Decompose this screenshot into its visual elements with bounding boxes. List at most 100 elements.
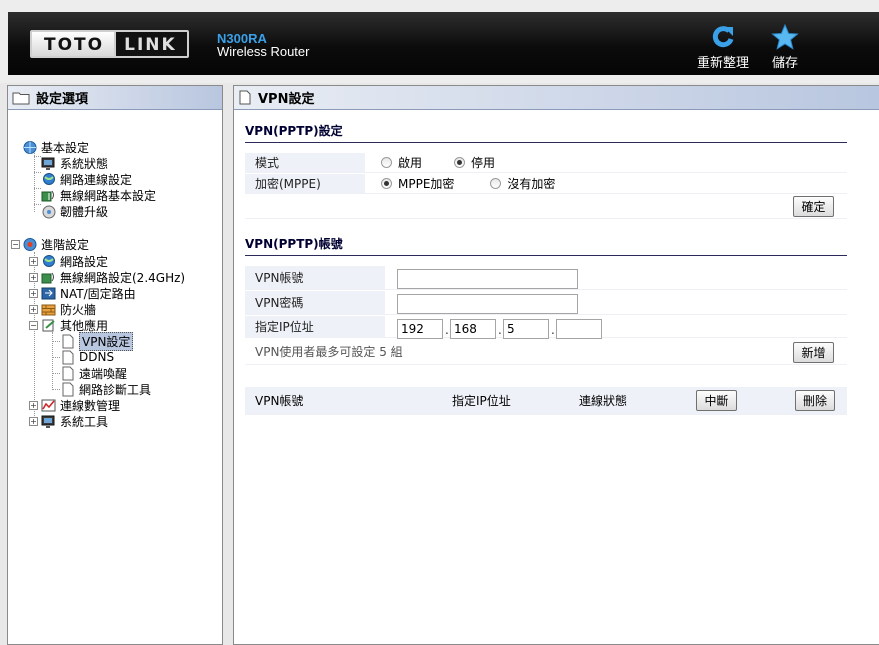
- add-button[interactable]: 新增: [793, 342, 834, 363]
- tree-expand-toggle[interactable]: +: [29, 257, 38, 266]
- mode-enable-label: 啟用: [398, 156, 423, 170]
- sidebar-item-connection-mgmt[interactable]: 連線數管理: [41, 397, 120, 413]
- main-panel: VPN設定 VPN(PPTP)設定 模式 啟用 停用 加密(MPPE) MPPE…: [233, 85, 879, 645]
- page-icon: [239, 90, 251, 105]
- pptp-settings-title: VPN(PPTP)設定: [245, 122, 847, 143]
- monitor-icon: [41, 157, 55, 170]
- model-block: N300RA Wireless Router: [217, 32, 309, 58]
- sidebar-item-label: 連線數管理: [60, 398, 121, 413]
- totolink-logo: TOTO LINK: [30, 30, 189, 58]
- firmware-disc-icon: [42, 205, 56, 218]
- page-icon: [62, 334, 74, 348]
- sidebar-item-label: NAT/固定路由: [60, 286, 136, 301]
- radio-dot: [381, 157, 392, 168]
- sidebar-item-label: 網路診斷工具: [79, 382, 152, 397]
- sidebar-item-firmware-upgrade[interactable]: 韌體升級: [41, 203, 108, 219]
- sidebar-item-firewall[interactable]: 防火牆: [41, 301, 96, 317]
- model-subtitle: Wireless Router: [217, 44, 310, 59]
- tree-group-advanced-label: 進階設定: [41, 237, 90, 252]
- pptp-account-title: VPN(PPTP)帳號: [245, 235, 847, 256]
- note-row: VPN使用者最多可設定 5 組: [245, 339, 847, 365]
- menu-tree: 基本設定 系統狀態 網路連線設定 無線網路基本設定 韌體升級 − 進階設定 +: [8, 110, 222, 429]
- firewall-icon: [41, 304, 56, 315]
- reload-label: 重新整理: [696, 56, 749, 71]
- globe-settings-icon: [23, 140, 37, 154]
- tree-group-advanced[interactable]: 進階設定: [22, 236, 89, 252]
- sidebar-item-label: 防火牆: [60, 302, 97, 317]
- ip-octet-1-input[interactable]: 192: [397, 319, 443, 339]
- header-bar: TOTO LINK N300RA Wireless Router 重新整理 儲存: [8, 12, 879, 75]
- sidebar-item-diagnostics[interactable]: 網路診斷工具: [60, 381, 151, 397]
- sidebar-item-label: DDNS: [79, 350, 115, 364]
- network-globe-icon: [43, 254, 55, 267]
- sidebar-item-wireless-basic[interactable]: 無線網路基本設定: [41, 187, 156, 203]
- page-icon: [62, 366, 74, 380]
- network-globe-icon: [43, 172, 55, 185]
- sidebar-item-label: 系統狀態: [60, 156, 109, 171]
- main-header: VPN設定: [234, 86, 879, 110]
- sidebar-item-vpn-settings[interactable]: VPN設定: [60, 331, 134, 351]
- confirm-row: [245, 195, 847, 219]
- tree-expand-toggle[interactable]: +: [29, 273, 38, 282]
- sidebar-item-label: 系統工具: [60, 414, 109, 429]
- col-ip: 指定IP位址: [452, 394, 511, 408]
- sidebar-item-wireless-settings[interactable]: 無線網路設定(2.4GHz): [41, 269, 185, 285]
- sidebar-item-system-status[interactable]: 系統狀態: [41, 155, 108, 171]
- sidebar-item-ddns[interactable]: DDNS: [60, 349, 114, 365]
- radio-dot: [490, 178, 502, 189]
- tree-collapse-toggle[interactable]: −: [29, 321, 38, 330]
- sidebar-item-label: 網路設定: [60, 254, 109, 269]
- page-icon: [62, 382, 74, 396]
- confirm-button[interactable]: 確定: [793, 196, 834, 217]
- save-label: 儲存: [771, 56, 798, 71]
- tree-expand-toggle[interactable]: +: [29, 289, 38, 298]
- radio-dot-selected: [381, 178, 392, 189]
- ip-label: 指定IP位址: [245, 316, 385, 337]
- sidebar-item-network-settings[interactable]: 網路設定: [41, 253, 108, 269]
- vpn-account-input[interactable]: [397, 269, 578, 289]
- sidebar-item-nat-routing[interactable]: NAT/固定路由: [41, 285, 136, 301]
- tree-collapse-toggle[interactable]: −: [11, 240, 20, 249]
- tools-icon: [41, 415, 55, 428]
- delete-button[interactable]: 刪除: [795, 390, 835, 411]
- tree-group-basic[interactable]: 基本設定: [22, 139, 89, 155]
- encryption-mppe-radio[interactable]: MPPE加密: [381, 175, 454, 192]
- folder-icon: [12, 92, 30, 104]
- tree-expand-toggle[interactable]: +: [29, 305, 38, 314]
- ip-octet-2-input[interactable]: 168: [450, 319, 496, 339]
- wireless-icon: [41, 190, 54, 201]
- encryption-none-radio[interactable]: 沒有加密: [490, 175, 555, 192]
- reload-icon: [712, 26, 734, 48]
- radio-dot-selected: [454, 157, 466, 168]
- tree-expand-toggle[interactable]: +: [29, 401, 38, 410]
- page-title: VPN設定: [258, 92, 315, 107]
- tree-expand-toggle[interactable]: +: [29, 417, 38, 426]
- header: TOTO LINK N300RA Wireless Router 重新整理 儲存: [0, 0, 879, 83]
- mode-enable-radio[interactable]: 啟用: [381, 154, 422, 171]
- sidebar-item-network-connection[interactable]: 網路連線設定: [41, 171, 132, 187]
- sidebar-header: 設定選項: [8, 86, 222, 110]
- ip-octet-4-input[interactable]: [556, 319, 602, 339]
- sidebar-item-label: 無線網路設定(2.4GHz): [60, 270, 186, 285]
- vpn-password-input[interactable]: [397, 294, 578, 314]
- col-account: VPN帳號: [255, 394, 304, 408]
- reload-button[interactable]: 重新整理: [691, 24, 755, 71]
- sidebar-item-wake-on-lan[interactable]: 遠端喚醒: [60, 365, 127, 381]
- save-button[interactable]: 儲存: [762, 24, 808, 71]
- star-icon: [771, 24, 799, 50]
- account-label: VPN帳號: [245, 266, 385, 289]
- password-label: VPN密碼: [245, 291, 385, 314]
- sidebar: 設定選項 基本設定 系統狀態 網路連線設定 無線網路基本設定 韌體升級 − 進階…: [7, 85, 223, 645]
- sidebar-title: 設定選項: [36, 92, 89, 107]
- mode-disable-label: 停用: [471, 156, 496, 170]
- sidebar-item-system-tools[interactable]: 系統工具: [41, 413, 108, 429]
- sidebar-item-label: 網路連線設定: [60, 172, 133, 187]
- sidebar-item-label: 無線網路基本設定: [60, 188, 157, 203]
- mode-disable-radio[interactable]: 停用: [454, 154, 495, 171]
- ip-octet-3-input[interactable]: 5: [503, 319, 549, 339]
- disconnect-button[interactable]: 中斷: [696, 390, 737, 411]
- encryption-mppe-label: MPPE加密: [398, 177, 455, 191]
- connection-graph-icon: [41, 399, 56, 411]
- sidebar-item-label: 韌體升級: [60, 204, 109, 219]
- apps-icon: [42, 319, 55, 331]
